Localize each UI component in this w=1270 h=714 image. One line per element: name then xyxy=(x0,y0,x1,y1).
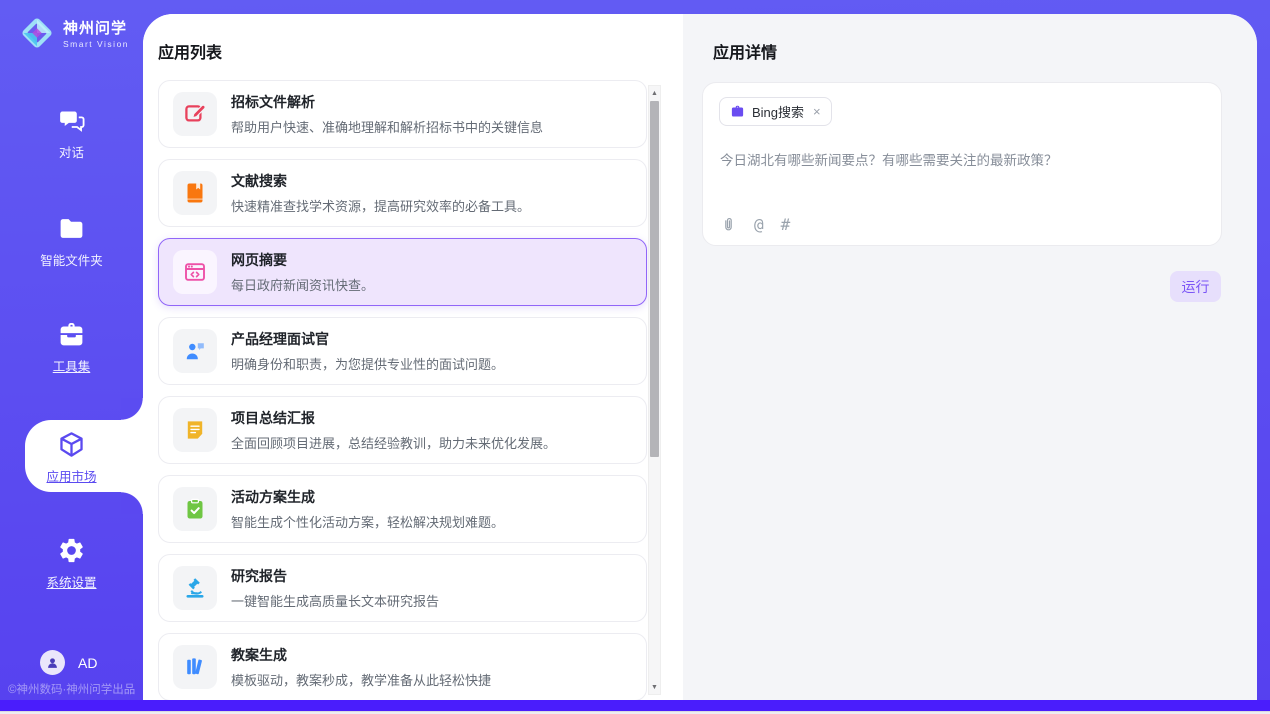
app-card-description: 模板驱动，教案秒成，教学准备从此轻松快捷 xyxy=(231,670,491,689)
app-card-description: 明确身份和职责，为您提供专业性的面试问题。 xyxy=(231,354,504,373)
interviewer-icon xyxy=(173,329,217,373)
cube-icon xyxy=(57,430,86,459)
toolbox-icon xyxy=(57,320,86,349)
sidebar: 神州问学 Smart Vision 对话智能文件夹工具集应用市场系统设置 AD … xyxy=(0,0,143,700)
app-card-title: 招标文件解析 xyxy=(231,92,543,112)
app-card[interactable]: 教案生成模板驱动，教案秒成，教学准备从此轻松快捷 xyxy=(158,633,647,700)
app-list-title: 应用列表 xyxy=(158,39,222,63)
main-window: 应用列表 招标文件解析帮助用户快速、准确地理解和解析招标书中的关键信息文献搜索快… xyxy=(143,14,1257,700)
app-card-title: 产品经理面试官 xyxy=(231,329,504,349)
paperclip-icon[interactable] xyxy=(720,216,737,233)
sidebar-item-label: 智能文件夹 xyxy=(40,250,103,269)
app-card-title: 教案生成 xyxy=(231,645,491,665)
footer-credit: ©神州数码·神州问学出品 xyxy=(8,681,135,697)
app-card-description: 快速精准查找学术资源，提高研究效率的必备工具。 xyxy=(231,196,530,215)
app-card-title: 项目总结汇报 xyxy=(231,408,556,428)
books-icon xyxy=(173,645,217,689)
brand-subtitle: Smart Vision xyxy=(63,39,129,49)
tool-tag-bing-search[interactable]: Bing搜索 × xyxy=(719,97,832,126)
app-card[interactable]: 产品经理面试官明确身份和职责，为您提供专业性的面试问题。 xyxy=(158,317,647,385)
chat-icon xyxy=(57,106,86,135)
hash-icon[interactable]: # xyxy=(781,217,791,233)
briefcase-icon xyxy=(730,104,745,119)
book-icon xyxy=(173,171,217,215)
note-icon xyxy=(173,408,217,452)
app-details-title: 应用详情 xyxy=(713,39,777,63)
app-card-title: 网页摘要 xyxy=(231,250,374,270)
scrollbar-thumb[interactable] xyxy=(650,101,659,457)
user-name: AD xyxy=(78,655,97,671)
app-card-description: 每日政府新闻资讯快查。 xyxy=(231,275,374,294)
brand-name: 神州问学 xyxy=(63,17,129,38)
sidebar-item-toolset[interactable]: 工具集 xyxy=(0,320,143,375)
app-list-panel: 应用列表 招标文件解析帮助用户快速、准确地理解和解析招标书中的关键信息文献搜索快… xyxy=(143,14,683,700)
brand-logo: 神州问学 Smart Vision xyxy=(18,14,129,52)
app-card-description: 一键智能生成高质量长文本研究报告 xyxy=(231,591,439,610)
tool-tag-label: Bing搜索 xyxy=(752,102,804,121)
edit-document-icon xyxy=(173,92,217,136)
app-card[interactable]: 招标文件解析帮助用户快速、准确地理解和解析招标书中的关键信息 xyxy=(158,80,647,148)
folder-icon xyxy=(57,214,86,243)
app-card-title: 活动方案生成 xyxy=(231,487,504,507)
sidebar-item-label: 对话 xyxy=(59,142,84,161)
app-root: 神州问学 Smart Vision 对话智能文件夹工具集应用市场系统设置 AD … xyxy=(0,0,1270,714)
app-card-description: 帮助用户快速、准确地理解和解析招标书中的关键信息 xyxy=(231,117,543,136)
app-card-title: 研究报告 xyxy=(231,566,439,586)
app-card[interactable]: 网页摘要每日政府新闻资讯快查。 xyxy=(158,238,647,306)
gear-icon xyxy=(57,536,86,565)
user-avatar-icon xyxy=(40,650,65,675)
sidebar-item-smart-folder[interactable]: 智能文件夹 xyxy=(0,214,143,269)
app-card-title: 文献搜索 xyxy=(231,171,530,191)
at-icon[interactable]: @ xyxy=(754,217,764,233)
run-button[interactable]: 运行 xyxy=(1170,271,1221,302)
app-card[interactable]: 研究报告一键智能生成高质量长文本研究报告 xyxy=(158,554,647,622)
diamond-logo-icon xyxy=(18,14,56,52)
sidebar-item-chat[interactable]: 对话 xyxy=(0,106,143,161)
clipboard-check-icon xyxy=(173,487,217,531)
app-details-panel: 应用详情 Bing搜索 × 今日湖北有哪些新闻要点？有哪些需要关注的最新政策？ … xyxy=(683,14,1257,700)
sidebar-item-label: 系统设置 xyxy=(46,572,96,591)
app-card-description: 智能生成个性化活动方案，轻松解决规划难题。 xyxy=(231,512,504,531)
webpage-code-icon xyxy=(173,250,217,294)
microscope-icon xyxy=(173,566,217,610)
app-card-description: 全面回顾项目进展，总结经验教训，助力未来优化发展。 xyxy=(231,433,556,452)
user-row[interactable]: AD xyxy=(40,650,97,675)
sidebar-item-label: 应用市场 xyxy=(46,466,96,485)
composer-toolbar: @# xyxy=(720,216,790,233)
prompt-input[interactable]: 今日湖北有哪些新闻要点？有哪些需要关注的最新政策？ xyxy=(720,149,1206,169)
sidebar-item-app-market[interactable]: 应用市场 xyxy=(0,430,143,485)
app-card[interactable]: 项目总结汇报全面回顾项目进展，总结经验教训，助力未来优化发展。 xyxy=(158,396,647,464)
app-card-list: 招标文件解析帮助用户快速、准确地理解和解析招标书中的关键信息文献搜索快速精准查找… xyxy=(158,80,647,700)
app-card[interactable]: 文献搜索快速精准查找学术资源，提高研究效率的必备工具。 xyxy=(158,159,647,227)
sidebar-item-label: 工具集 xyxy=(53,356,91,375)
close-icon[interactable]: × xyxy=(813,105,821,118)
sidebar-item-settings[interactable]: 系统设置 xyxy=(0,536,143,591)
bottom-bar xyxy=(0,700,1270,711)
composer-card: Bing搜索 × 今日湖北有哪些新闻要点？有哪些需要关注的最新政策？ @# xyxy=(702,82,1222,246)
scrollbar-down-arrow-icon[interactable]: ▼ xyxy=(649,680,660,694)
scrollbar-up-arrow-icon[interactable]: ▲ xyxy=(649,86,660,100)
app-card[interactable]: 活动方案生成智能生成个性化活动方案，轻松解决规划难题。 xyxy=(158,475,647,543)
list-scrollbar[interactable]: ▲ ▼ xyxy=(648,85,661,695)
